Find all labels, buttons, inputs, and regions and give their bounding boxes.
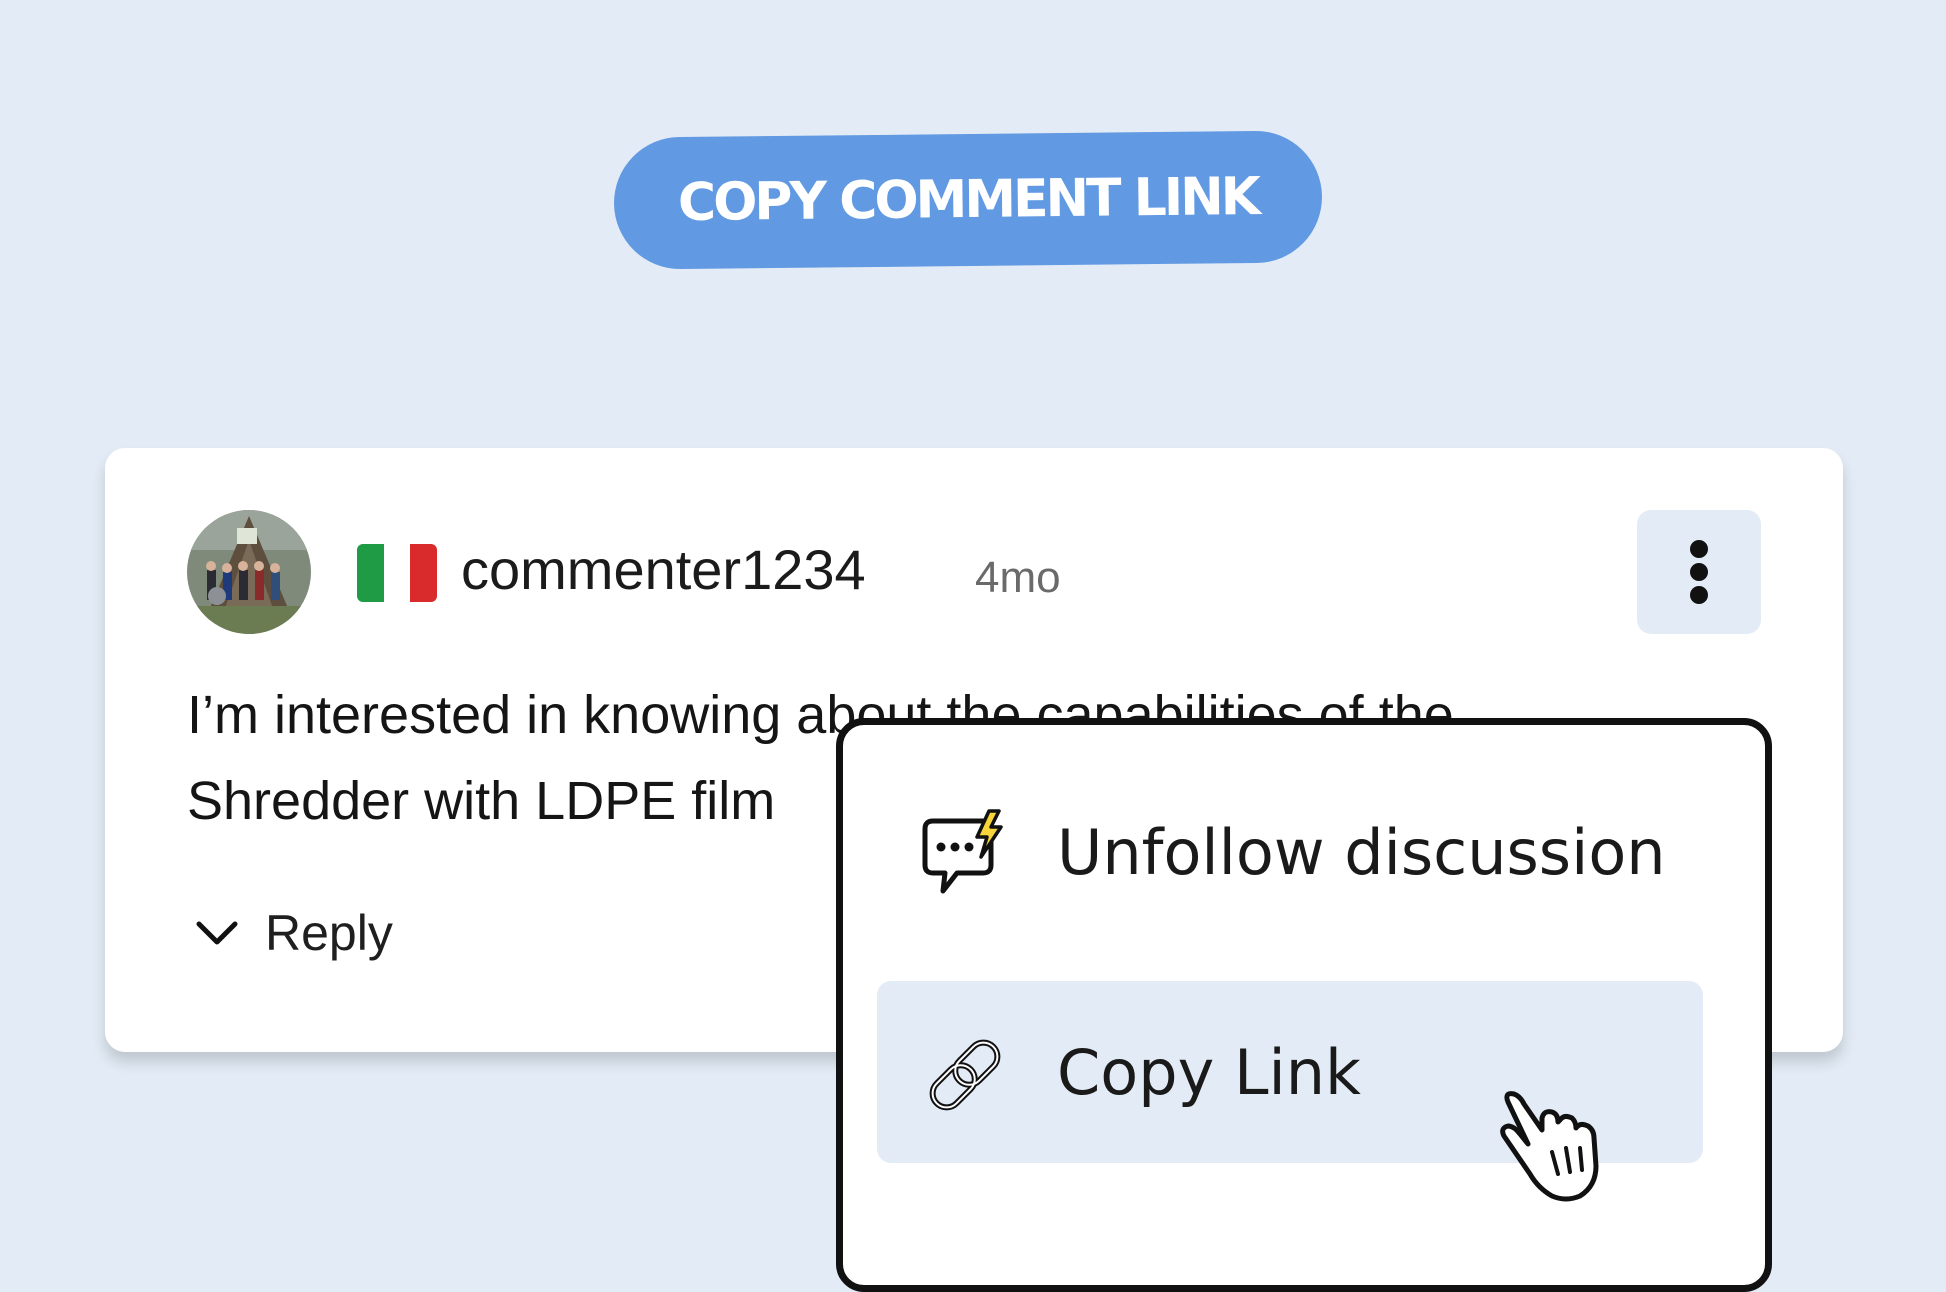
- vertical-ellipsis-icon: [1690, 540, 1708, 558]
- menu-item-unfollow-discussion[interactable]: Unfollow discussion: [877, 761, 1703, 943]
- title-banner: COPY COMMENT LINK: [613, 130, 1323, 270]
- flag-stripe-red: [410, 544, 437, 602]
- comment-options-menu: Unfollow discussion Copy Link: [836, 718, 1772, 1292]
- italy-flag-icon: [357, 544, 437, 602]
- chevron-down-icon: [195, 918, 239, 948]
- flag-stripe-white: [383, 544, 411, 602]
- more-options-button[interactable]: [1637, 510, 1761, 634]
- vertical-ellipsis-icon: [1690, 563, 1708, 581]
- banner-title: COPY COMMENT LINK: [677, 166, 1259, 234]
- comment-timestamp: 4mo: [975, 553, 1061, 602]
- menu-item-label: Unfollow discussion: [1057, 816, 1666, 889]
- chat-bubble-lightning-icon: [917, 807, 1013, 903]
- username[interactable]: commenter1234: [461, 538, 866, 602]
- vertical-ellipsis-icon: [1690, 586, 1708, 604]
- pointing-hand-cursor-icon: [1494, 1088, 1624, 1204]
- chain-link-icon: [917, 1027, 1013, 1123]
- avatar[interactable]: [187, 510, 311, 634]
- reply-toggle[interactable]: Reply: [195, 898, 393, 968]
- flag-stripe-green: [357, 544, 384, 602]
- menu-item-label: Copy Link: [1057, 1036, 1361, 1109]
- reply-label: Reply: [265, 905, 393, 961]
